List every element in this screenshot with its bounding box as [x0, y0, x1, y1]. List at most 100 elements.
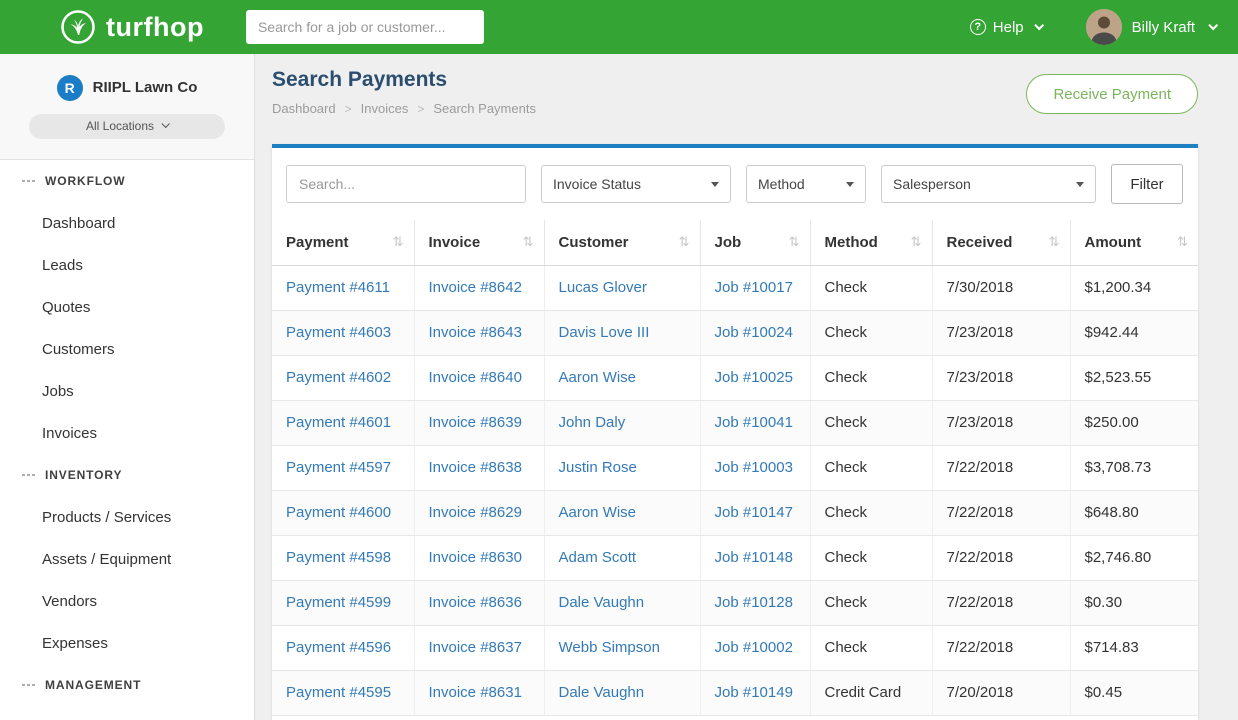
method-select[interactable]: Method: [746, 165, 866, 203]
customer-link[interactable]: Dale Vaughn: [559, 684, 645, 701]
locations-dropdown[interactable]: All Locations: [29, 114, 225, 139]
global-search-input[interactable]: [246, 10, 484, 44]
invoice-cell: Invoice #8640: [414, 355, 544, 400]
user-menu[interactable]: Billy Kraft: [1086, 9, 1216, 45]
payment-link[interactable]: Payment #4611: [286, 279, 390, 296]
sort-icon[interactable]: ⇅: [679, 234, 690, 250]
customer-link[interactable]: Dale Vaughn: [559, 594, 645, 611]
sidebar-item-assets-equipment[interactable]: Assets / Equipment: [0, 538, 254, 580]
job-link[interactable]: Job #10024: [715, 324, 793, 341]
received-cell: 7/22/2018: [932, 535, 1070, 580]
payment-cell: Payment #4603: [272, 310, 414, 355]
payment-link[interactable]: Payment #4598: [286, 549, 391, 566]
column-header-amount[interactable]: Amount ⇅: [1070, 220, 1198, 265]
help-menu[interactable]: ? Help: [970, 19, 1042, 36]
invoice-link[interactable]: Invoice #8643: [429, 324, 522, 341]
sort-icon[interactable]: ⇅: [911, 234, 922, 250]
invoice-cell: Invoice #8643: [414, 310, 544, 355]
customer-link[interactable]: Webb Simpson: [559, 639, 660, 656]
sidebar-item-invoices[interactable]: Invoices: [0, 412, 254, 454]
customer-cell: Aaron Wise: [544, 490, 700, 535]
company-block: R RIIPL Lawn Co All Locations: [0, 54, 254, 160]
sidebar-item-products-services[interactable]: Products / Services: [0, 496, 254, 538]
method-cell: Check: [810, 445, 932, 490]
sort-icon[interactable]: ⇅: [789, 234, 800, 250]
salesperson-select[interactable]: Salesperson: [881, 165, 1096, 203]
column-header-method[interactable]: Method⇅: [810, 220, 932, 265]
invoice-link[interactable]: Invoice #8642: [429, 279, 522, 296]
sidebar-item-quotes[interactable]: Quotes: [0, 286, 254, 328]
invoice-link[interactable]: Invoice #8631: [429, 684, 522, 701]
payment-link[interactable]: Payment #4599: [286, 594, 391, 611]
method-cell: Check: [810, 625, 932, 670]
sidebar-item-leads[interactable]: Leads: [0, 244, 254, 286]
payment-link[interactable]: Payment #4600: [286, 504, 391, 521]
sidebar-item-expenses[interactable]: Expenses: [0, 622, 254, 664]
received-cell: 7/22/2018: [932, 580, 1070, 625]
payment-link[interactable]: Payment #4601: [286, 414, 391, 431]
customer-link[interactable]: Justin Rose: [559, 459, 637, 476]
invoice-link[interactable]: Invoice #8639: [429, 414, 522, 431]
invoice-status-select[interactable]: Invoice Status: [541, 165, 731, 203]
nav-section-reports[interactable]: REPORTS: [0, 706, 254, 720]
job-cell: Job #10024: [700, 310, 810, 355]
column-label: Amount: [1085, 234, 1142, 251]
nav-section-management[interactable]: MANAGEMENT: [0, 664, 254, 706]
job-link[interactable]: Job #10025: [715, 369, 793, 386]
invoice-link[interactable]: Invoice #8640: [429, 369, 522, 386]
column-header-job[interactable]: Job⇅: [700, 220, 810, 265]
customer-link[interactable]: Aaron Wise: [559, 369, 637, 386]
customer-link[interactable]: Davis Love III: [559, 324, 650, 341]
job-link[interactable]: Job #10147: [715, 504, 793, 521]
invoice-link[interactable]: Invoice #8636: [429, 594, 522, 611]
payment-cell: Payment #4611: [272, 265, 414, 310]
customer-link[interactable]: Adam Scott: [559, 549, 637, 566]
app-root: turfhop ? Help Billy Kraft: [0, 0, 1238, 720]
invoice-link[interactable]: Invoice #8630: [429, 549, 522, 566]
breadcrumb-dashboard[interactable]: Dashboard: [272, 101, 336, 116]
customer-link[interactable]: John Daly: [559, 414, 626, 431]
payment-link[interactable]: Payment #4596: [286, 639, 391, 656]
job-link[interactable]: Job #10149: [715, 684, 793, 701]
nav-section-workflow[interactable]: WORKFLOW: [0, 160, 254, 202]
invoice-link[interactable]: Invoice #8638: [429, 459, 522, 476]
customer-link[interactable]: Aaron Wise: [559, 504, 637, 521]
column-header-customer[interactable]: Customer⇅: [544, 220, 700, 265]
sidebar-item-vendors[interactable]: Vendors: [0, 580, 254, 622]
payment-link[interactable]: Payment #4595: [286, 684, 391, 701]
filter-button[interactable]: Filter: [1111, 164, 1183, 204]
column-header-payment[interactable]: Payment⇅: [272, 220, 414, 265]
invoice-link[interactable]: Invoice #8637: [429, 639, 522, 656]
sidebar-item-dashboard[interactable]: Dashboard: [0, 202, 254, 244]
job-link[interactable]: Job #10148: [715, 549, 793, 566]
job-link[interactable]: Job #10017: [715, 279, 793, 296]
sort-icon[interactable]: ⇅: [1177, 234, 1188, 250]
sidebar-item-jobs[interactable]: Jobs: [0, 370, 254, 412]
payments-card: Invoice Status Method Salesperson Filter: [272, 144, 1198, 720]
filters-bar: Invoice Status Method Salesperson Filter: [272, 148, 1198, 220]
nav-section-inventory[interactable]: INVENTORY: [0, 454, 254, 496]
sort-icon[interactable]: ⇅: [1049, 234, 1060, 250]
payment-link[interactable]: Payment #4602: [286, 369, 391, 386]
customer-link[interactable]: Lucas Glover: [559, 279, 647, 296]
receive-payment-button[interactable]: Receive Payment: [1026, 74, 1198, 114]
job-link[interactable]: Job #10041: [715, 414, 793, 431]
sort-icon[interactable]: ⇅: [393, 234, 404, 250]
job-link[interactable]: Job #10128: [715, 594, 793, 611]
job-link[interactable]: Job #10003: [715, 459, 793, 476]
job-cell: Job #10147: [700, 490, 810, 535]
payment-link[interactable]: Payment #4597: [286, 459, 391, 476]
brand[interactable]: turfhop: [60, 9, 204, 45]
invoice-cell: Invoice #8630: [414, 535, 544, 580]
company-logo: R: [57, 75, 83, 101]
column-header-invoice[interactable]: Invoice⇅: [414, 220, 544, 265]
breadcrumb-invoices[interactable]: Invoices: [361, 101, 409, 116]
job-link[interactable]: Job #10002: [715, 639, 793, 656]
invoice-link[interactable]: Invoice #8629: [429, 504, 522, 521]
received-cell: 7/23/2018: [932, 310, 1070, 355]
table-search-input[interactable]: [286, 165, 526, 203]
column-header-received[interactable]: Received⇅: [932, 220, 1070, 265]
sort-icon[interactable]: ⇅: [523, 234, 534, 250]
payment-link[interactable]: Payment #4603: [286, 324, 391, 341]
sidebar-item-customers[interactable]: Customers: [0, 328, 254, 370]
